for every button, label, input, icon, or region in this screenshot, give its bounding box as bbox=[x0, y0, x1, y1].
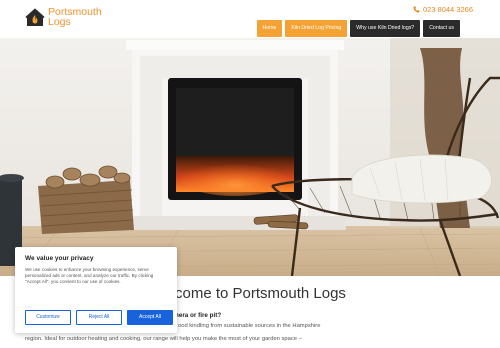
nav-home[interactable]: Home bbox=[256, 20, 283, 37]
site-header: Portsmouth Logs 023 8044 3266 Home Kiln … bbox=[0, 0, 500, 38]
cookie-buttons: Customize Reject All Accept All bbox=[25, 310, 173, 325]
phone-icon bbox=[413, 6, 420, 13]
phone-link[interactable]: 023 8044 3266 bbox=[413, 5, 473, 14]
customize-button[interactable]: Customize bbox=[25, 310, 71, 325]
cookie-title: We value your privacy bbox=[25, 255, 94, 262]
brand-name: Portsmouth Logs bbox=[48, 7, 102, 28]
main-nav: Home Kiln Dried Log Pricing Why use Kiln… bbox=[256, 20, 460, 37]
intro-paragraph-line1: ood kindling from sustainable sources in… bbox=[178, 323, 321, 329]
logo[interactable]: Portsmouth Logs bbox=[25, 7, 102, 27]
nav-kiln-dried-log-pricing[interactable]: Kiln Dried Log Pricing bbox=[285, 20, 348, 37]
hero-image bbox=[0, 38, 500, 276]
welcome-heading: come to Portsmouth Logs bbox=[175, 285, 346, 302]
nav-contact-us[interactable]: Contact us bbox=[423, 20, 460, 37]
cookie-description: We use cookies to enhance your browsing … bbox=[25, 267, 154, 285]
brand-name-line2: Logs bbox=[48, 16, 71, 28]
fireplace-room-illustration bbox=[0, 38, 500, 276]
reject-all-button[interactable]: Reject All bbox=[76, 310, 122, 325]
nav-why-use-kiln-dried-logs[interactable]: Why use Kiln Dried logs? bbox=[350, 20, 421, 37]
subheading-question: hera or fire pit? bbox=[175, 312, 222, 319]
intro-paragraph-line2: region. Ideal for outdoor heating and co… bbox=[25, 336, 302, 342]
cookie-consent-banner: We value your privacy We use cookies to … bbox=[15, 247, 177, 333]
accept-all-button[interactable]: Accept All bbox=[127, 310, 173, 325]
phone-number: 023 8044 3266 bbox=[422, 5, 473, 14]
house-flame-logo-icon bbox=[25, 8, 45, 26]
